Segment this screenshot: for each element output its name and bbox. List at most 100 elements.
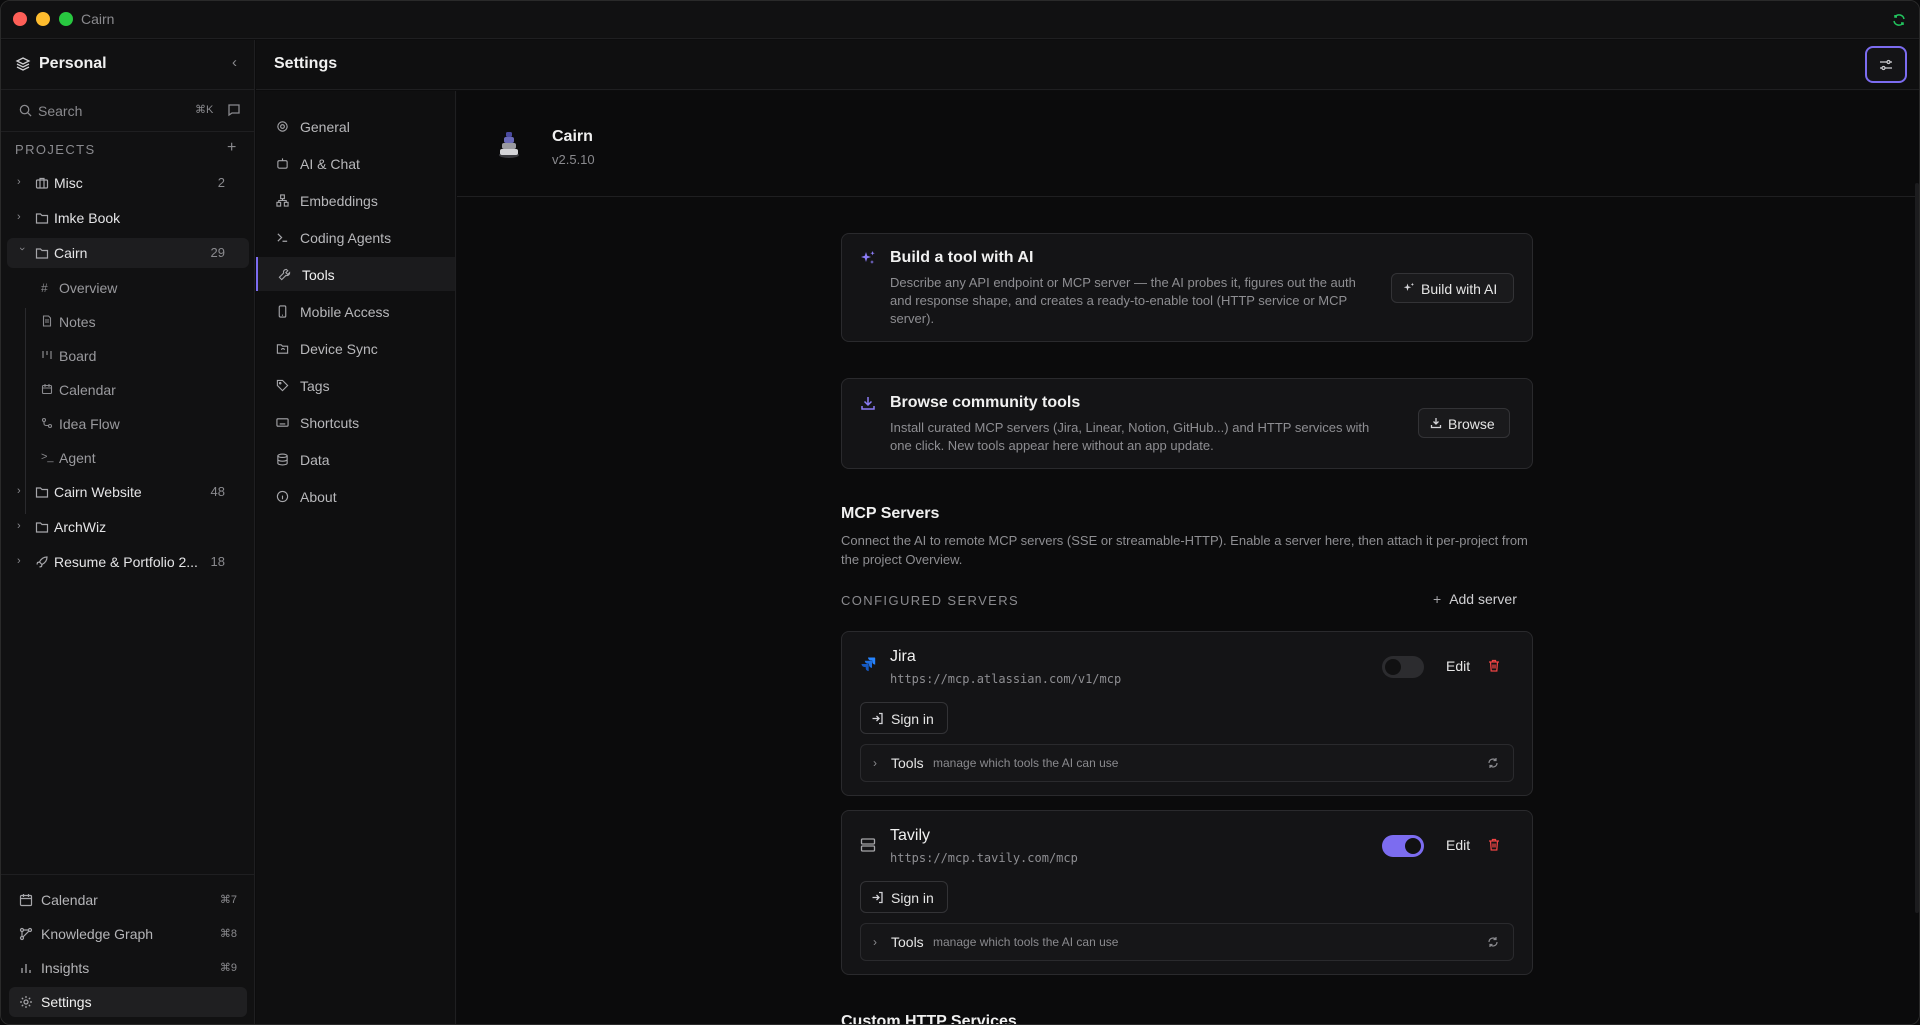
- project-resume-portfolio[interactable]: › Resume & Portfolio 2... 18: [7, 547, 249, 577]
- nav-calendar[interactable]: Calendar ⌘7: [9, 885, 247, 915]
- workspace-switcher[interactable]: Personal ‹: [1, 40, 255, 90]
- settings-nav-shortcuts[interactable]: Shortcuts: [256, 405, 455, 439]
- project-label: Misc: [54, 175, 83, 191]
- project-cairn[interactable]: › Cairn 29: [7, 238, 249, 268]
- project-misc[interactable]: › Misc 2: [7, 168, 249, 198]
- sign-in-button[interactable]: Sign in: [860, 881, 948, 913]
- cairn-agent[interactable]: >_ Agent: [39, 443, 239, 473]
- nav-label: Insights: [41, 960, 90, 976]
- server-tools-expander[interactable]: › Tools manage which tools the AI can us…: [860, 744, 1514, 782]
- folder-icon: [35, 213, 49, 224]
- child-label: Overview: [59, 280, 118, 296]
- sync-status-icon[interactable]: [1891, 12, 1907, 28]
- refresh-icon[interactable]: [1487, 757, 1499, 769]
- button-label: Build with AI: [1421, 281, 1498, 297]
- settings-nav-data[interactable]: Data: [256, 442, 455, 476]
- gear-icon: [20, 996, 32, 1008]
- browse-tools-card: Browse community tools Install curated M…: [841, 378, 1533, 469]
- server-url: https://mcp.atlassian.com/v1/mcp: [890, 672, 1122, 686]
- nav-label: Knowledge Graph: [41, 926, 154, 942]
- tools-hint: manage which tools the AI can use: [933, 935, 1119, 949]
- server-enable-toggle[interactable]: [1382, 656, 1424, 678]
- project-count: 2: [217, 175, 225, 190]
- chevron-right-icon[interactable]: ›: [17, 211, 27, 223]
- settings-nav-tools[interactable]: Tools: [256, 257, 455, 291]
- chevron-down-icon[interactable]: ›: [16, 247, 28, 257]
- cairn-notes[interactable]: Notes: [39, 307, 239, 337]
- maximize-window-button[interactable]: [59, 12, 73, 26]
- settings-nav-coding-agents[interactable]: Coding Agents: [256, 220, 455, 254]
- nav-knowledge-graph[interactable]: Knowledge Graph ⌘8: [9, 919, 247, 949]
- settings-nav-label: Embeddings: [300, 193, 378, 209]
- settings-nav-ai-chat[interactable]: AI & Chat: [256, 146, 455, 180]
- settings-nav-tags[interactable]: Tags: [256, 368, 455, 402]
- settings-nav-label: Coding Agents: [300, 230, 392, 246]
- nav-settings[interactable]: Settings: [9, 987, 247, 1017]
- server-name: Tavily: [890, 827, 931, 844]
- search-input[interactable]: Search: [38, 103, 82, 119]
- sign-in-button[interactable]: Sign in: [860, 702, 948, 734]
- settings-nav-device-sync[interactable]: Device Sync: [256, 331, 455, 365]
- project-label: Imke Book: [54, 210, 121, 226]
- nav-insights[interactable]: Insights ⌘9: [9, 953, 247, 983]
- build-tool-card: Build a tool with AI Describe any API en…: [841, 233, 1533, 342]
- cairn-idea-flow[interactable]: Idea Flow: [39, 409, 239, 439]
- network-icon: [276, 194, 289, 207]
- briefcase-icon: [35, 177, 49, 189]
- layers-icon: [15, 57, 31, 71]
- chevron-right-icon[interactable]: ›: [17, 176, 27, 188]
- settings-nav-mobile-access[interactable]: Mobile Access: [256, 294, 455, 328]
- child-label: Agent: [59, 450, 96, 466]
- trash-icon[interactable]: [1488, 838, 1500, 851]
- tools-hint: manage which tools the AI can use: [933, 756, 1119, 770]
- tools-label: Tools: [891, 934, 924, 950]
- settings-nav-label: General: [300, 119, 350, 135]
- chevron-right-icon[interactable]: ›: [17, 555, 27, 567]
- project-imke-book[interactable]: › Imke Book: [7, 203, 249, 233]
- chat-icon[interactable]: [227, 103, 241, 117]
- settings-nav-about[interactable]: About: [256, 479, 455, 513]
- add-server-label: Add server: [1449, 591, 1517, 607]
- app-name: Cairn: [552, 128, 593, 145]
- panel-settings-button[interactable]: [1865, 46, 1907, 83]
- browse-button[interactable]: Browse: [1418, 408, 1510, 438]
- settings-nav-label: AI & Chat: [300, 156, 360, 172]
- nav-shortcut: ⌘8: [219, 928, 237, 940]
- keyboard-icon: [276, 418, 289, 427]
- project-cairn-website[interactable]: › Cairn Website 48: [7, 477, 249, 507]
- button-label: Browse: [1448, 416, 1495, 432]
- edit-server-button[interactable]: Edit: [1446, 658, 1470, 674]
- project-label: Resume & Portfolio 2...: [54, 554, 198, 570]
- settings-nav-general[interactable]: General: [256, 109, 455, 143]
- build-with-ai-button[interactable]: Build with AI: [1391, 273, 1514, 303]
- cairn-calendar[interactable]: Calendar: [39, 375, 239, 405]
- server-enable-toggle[interactable]: [1382, 835, 1424, 857]
- sign-in-label: Sign in: [891, 711, 934, 727]
- nav-label: Calendar: [41, 892, 98, 908]
- project-archwiz[interactable]: › ArchWiz: [7, 512, 249, 542]
- minimize-window-button[interactable]: [36, 12, 50, 26]
- search-bar[interactable]: Search ⌘K: [1, 90, 255, 132]
- calendar-icon: [41, 384, 53, 395]
- settings-nav-label: Data: [300, 452, 330, 468]
- trash-icon[interactable]: [1488, 659, 1500, 672]
- settings-nav-embeddings[interactable]: Embeddings: [256, 183, 455, 217]
- jira-logo-icon: [861, 657, 876, 672]
- collapse-sidebar-icon[interactable]: ‹: [232, 54, 237, 71]
- cairn-board[interactable]: Board: [39, 341, 239, 371]
- main-scrollbar[interactable]: [1915, 183, 1919, 913]
- add-server-button[interactable]: + Add server: [1433, 591, 1517, 607]
- edit-server-button[interactable]: Edit: [1446, 837, 1470, 853]
- child-label: Idea Flow: [59, 416, 120, 432]
- server-tools-expander[interactable]: › Tools manage which tools the AI can us…: [860, 923, 1514, 961]
- add-project-button[interactable]: +: [227, 139, 236, 157]
- chevron-right-icon[interactable]: ›: [17, 520, 27, 532]
- project-label: ArchWiz: [54, 519, 107, 535]
- database-icon: [277, 453, 288, 466]
- mcp-section-description: Connect the AI to remote MCP servers (SS…: [841, 533, 1528, 567]
- refresh-icon[interactable]: [1487, 936, 1499, 948]
- close-window-button[interactable]: [13, 12, 27, 26]
- chevron-right-icon[interactable]: ›: [17, 485, 27, 497]
- cairn-overview[interactable]: # Overview: [39, 273, 239, 303]
- download-icon: [861, 397, 875, 410]
